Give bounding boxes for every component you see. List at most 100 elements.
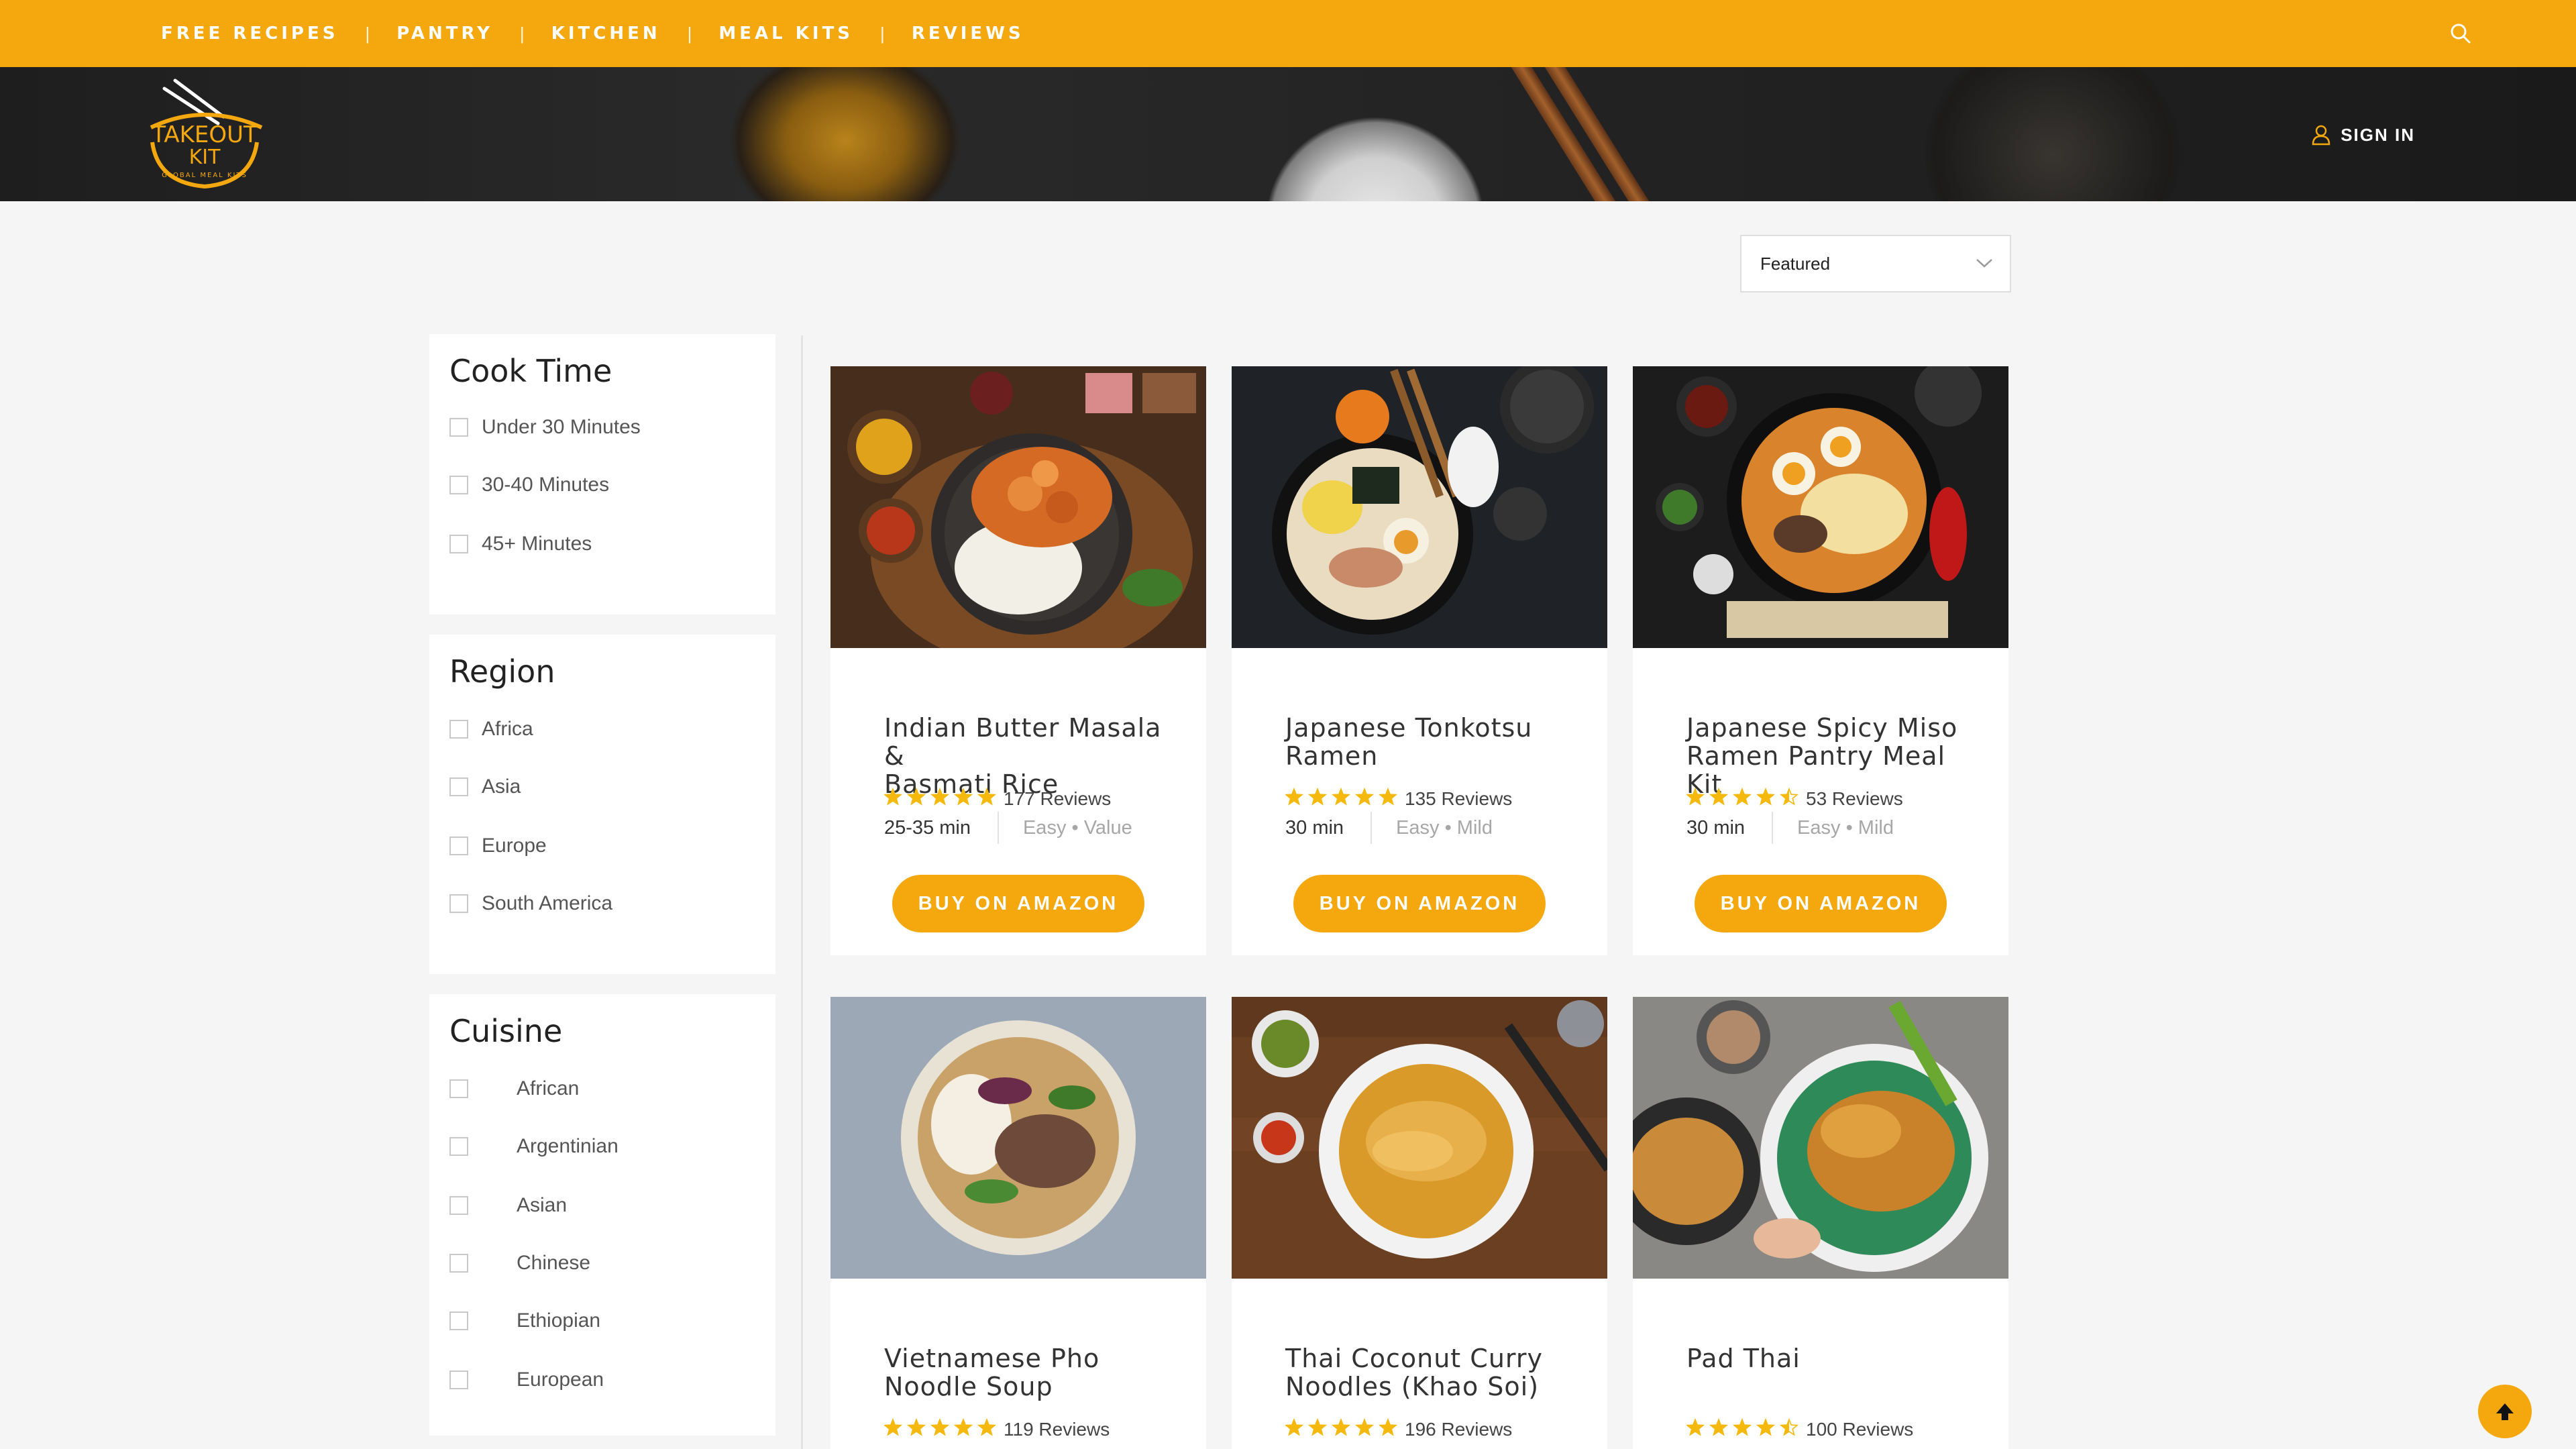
nav-separator: | — [880, 23, 885, 44]
top-navigation: FREE RECIPES | PANTRY | KITCHEN | MEAL KITS… — [0, 0, 2576, 67]
meta-divider — [1772, 812, 1774, 844]
filter-option-45-plus[interactable]: 45+ Minutes — [449, 533, 592, 555]
star-rating — [1284, 787, 1403, 810]
hero-banner: TAKEOUT KIT GLOBAL MEAL KITS — [0, 67, 2576, 201]
checkbox[interactable] — [449, 1371, 468, 1389]
checkbox[interactable] — [449, 1196, 468, 1215]
title-line: Thai Coconut Curry — [1285, 1344, 1543, 1373]
product-title[interactable]: Thai Coconut Curry Noodles (Khao Soi) — [1285, 1344, 1580, 1401]
nav-reviews[interactable]: REVIEWS — [912, 23, 1024, 44]
filter-cook-time: Cook Time Under 30 Minutes 30-40 Minutes… — [429, 334, 775, 614]
option-label: European — [517, 1368, 604, 1391]
product-card[interactable]: Vietnamese Pho Noodle Soup 119 Reviews — [830, 997, 1206, 1449]
product-image-pho[interactable] — [830, 997, 1206, 1279]
option-label: Ethiopian — [517, 1309, 601, 1332]
review-count[interactable]: 100 Reviews — [1806, 1419, 1913, 1440]
checkbox[interactable] — [449, 476, 468, 494]
review-count[interactable]: 177 Reviews — [1004, 788, 1111, 810]
scroll-to-top-button[interactable] — [2478, 1385, 2532, 1438]
checkbox[interactable] — [449, 837, 468, 855]
product-image-butter-masala[interactable] — [830, 366, 1206, 648]
checkbox[interactable] — [449, 1137, 468, 1156]
nav-separator: | — [365, 23, 370, 44]
nav-separator: | — [519, 23, 525, 44]
buy-on-amazon-button[interactable]: BUY ON AMAZON — [1293, 875, 1546, 932]
review-count[interactable]: 196 Reviews — [1405, 1419, 1512, 1440]
filter-option-south-america[interactable]: South America — [449, 892, 612, 915]
star-icon — [1756, 787, 1776, 806]
star-icon — [1378, 1417, 1398, 1436]
star-icon — [1354, 1417, 1375, 1436]
checkbox[interactable] — [449, 1079, 468, 1098]
difficulty-tags: Easy • Mild — [1396, 816, 1493, 839]
nav-meal-kits[interactable]: MEAL KITS — [718, 23, 853, 44]
product-title[interactable]: Japanese Spicy Miso Ramen Pantry Meal Ki… — [1686, 714, 1982, 798]
star-icon — [930, 1417, 950, 1436]
filter-option-under-30[interactable]: Under 30 Minutes — [449, 416, 641, 439]
product-image-khao-soi[interactable] — [1232, 997, 1607, 1279]
nav-kitchen[interactable]: KITCHEN — [551, 23, 661, 44]
product-card[interactable]: Japanese Tonkotsu Ramen 135 Reviews 30 m… — [1232, 366, 1607, 955]
star-rating — [1284, 1417, 1403, 1440]
product-image-spicy-miso-ramen[interactable] — [1633, 366, 2008, 648]
title-line: Vietnamese Pho — [884, 1344, 1100, 1373]
arrow-up-icon — [2496, 1403, 2514, 1420]
review-count[interactable]: 53 Reviews — [1806, 788, 1903, 810]
product-title[interactable]: Pad Thai — [1686, 1344, 1982, 1373]
filter-option-european[interactable]: European — [449, 1368, 604, 1391]
svg-text:GLOBAL MEAL KITS: GLOBAL MEAL KITS — [162, 172, 248, 179]
checkbox[interactable] — [449, 1254, 468, 1273]
product-image-tonkotsu-ramen[interactable] — [1232, 366, 1607, 648]
product-card[interactable]: Pad Thai 100 Reviews — [1633, 997, 2008, 1449]
star-icon — [1331, 787, 1351, 806]
title-line: Japanese Tonkotsu — [1285, 713, 1533, 743]
filter-option-asian[interactable]: Asian — [449, 1194, 567, 1217]
filter-option-african[interactable]: African — [449, 1077, 579, 1100]
star-icon — [1756, 1417, 1776, 1436]
option-label: 30-40 Minutes — [482, 474, 610, 496]
review-count[interactable]: 119 Reviews — [1004, 1419, 1110, 1440]
sign-in-link[interactable]: SIGN IN — [2311, 124, 2415, 146]
title-line: Noodles (Khao Soi) — [1285, 1372, 1540, 1401]
nav-pantry[interactable]: PANTRY — [396, 23, 493, 44]
sort-select[interactable]: Featured — [1740, 235, 2011, 292]
product-rating: 135 Reviews — [1284, 787, 1512, 810]
filter-option-europe[interactable]: Europe — [449, 835, 547, 857]
filter-option-asia[interactable]: Asia — [449, 775, 521, 798]
checkbox[interactable] — [449, 720, 468, 739]
filter-option-chinese[interactable]: Chinese — [449, 1252, 590, 1275]
option-label: South America — [482, 892, 613, 914]
option-label: 45+ Minutes — [482, 533, 592, 555]
product-title[interactable]: Indian Butter Masala & Basmati Rice — [884, 714, 1179, 798]
search-icon[interactable] — [2447, 20, 2474, 47]
buy-on-amazon-button[interactable]: BUY ON AMAZON — [1695, 875, 1947, 932]
star-icon — [906, 1417, 926, 1436]
star-icon — [1685, 787, 1705, 806]
filter-option-30-40[interactable]: 30-40 Minutes — [449, 474, 609, 496]
review-count[interactable]: 135 Reviews — [1405, 788, 1512, 810]
product-meta: 25-35 min Easy • Value — [884, 812, 1132, 844]
checkbox[interactable] — [449, 894, 468, 913]
product-title[interactable]: Japanese Tonkotsu Ramen — [1285, 714, 1580, 770]
filter-option-argentinian[interactable]: Argentinian — [449, 1135, 619, 1158]
filter-option-ethiopian[interactable]: Ethiopian — [449, 1309, 600, 1332]
product-image-pad-thai[interactable] — [1633, 997, 2008, 1279]
checkbox[interactable] — [449, 777, 468, 796]
star-icon — [1284, 1417, 1304, 1436]
product-rating: 53 Reviews — [1685, 787, 1903, 810]
checkbox[interactable] — [449, 418, 468, 437]
takeout-kit-logo[interactable]: TAKEOUT KIT GLOBAL MEAL KITS — [138, 75, 272, 196]
star-rating — [1685, 1417, 1805, 1440]
buy-on-amazon-button[interactable]: BUY ON AMAZON — [892, 875, 1144, 932]
star-icon — [1354, 787, 1375, 806]
option-label: Asia — [482, 775, 521, 798]
checkbox[interactable] — [449, 1311, 468, 1330]
filter-cuisine: Cuisine African Argentinian Asian Chines… — [429, 994, 775, 1436]
product-title[interactable]: Vietnamese Pho Noodle Soup — [884, 1344, 1179, 1401]
checkbox[interactable] — [449, 535, 468, 553]
product-card[interactable]: Indian Butter Masala & Basmati Rice 177 … — [830, 366, 1206, 955]
product-card[interactable]: Japanese Spicy Miso Ramen Pantry Meal Ki… — [1633, 366, 2008, 955]
filter-option-africa[interactable]: Africa — [449, 718, 533, 741]
product-card[interactable]: Thai Coconut Curry Noodles (Khao Soi) 19… — [1232, 997, 1607, 1449]
nav-free-recipes[interactable]: FREE RECIPES — [161, 23, 338, 44]
